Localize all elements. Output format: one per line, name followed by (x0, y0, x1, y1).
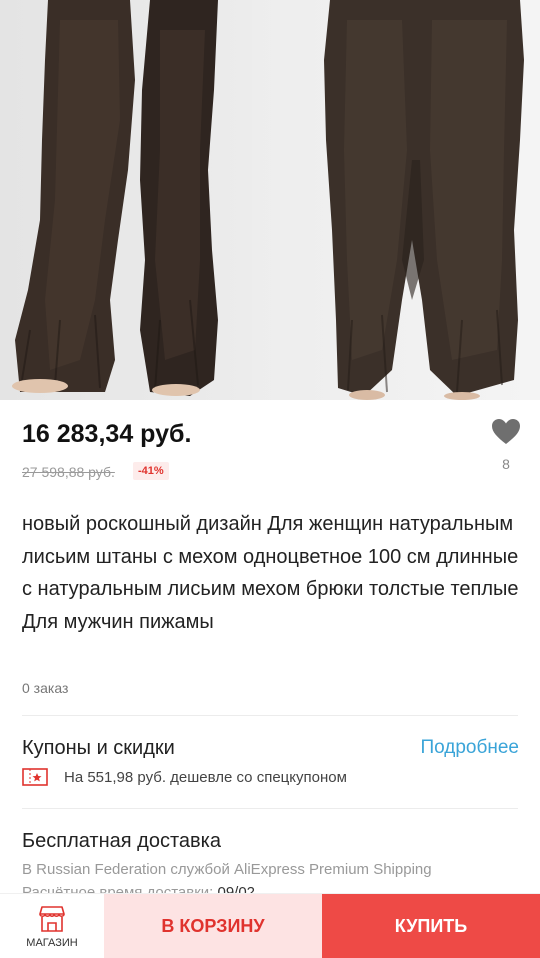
shop-button[interactable]: МАГАЗИН (0, 894, 104, 958)
delivery-title: Бесплатная доставка (22, 830, 221, 852)
coupon-row[interactable]: На 551,98 руб. дешевле со спецкупоном (22, 768, 347, 786)
add-to-cart-button[interactable]: В КОРЗИНУ (104, 894, 322, 958)
coupon-text: На 551,98 руб. дешевле со спецкупоном (64, 768, 347, 786)
old-price: 27 598,88 руб. (22, 464, 115, 480)
delivery-service: В Russian Federation службой AliExpress … (22, 861, 432, 878)
product-photo-left[interactable] (0, 0, 252, 400)
product-page: 16 283,34 руб. 27 598,88 руб. -41% 8 нов… (0, 0, 540, 958)
coupons-more-link[interactable]: Подробнее (420, 737, 519, 759)
product-title: новый роскошный дизайн Для женщин натура… (22, 513, 519, 633)
divider (22, 808, 518, 809)
discount-badge: -41% (133, 462, 169, 480)
fur-pants-image-left (12, 0, 218, 396)
orders-count: 0 заказ (22, 680, 69, 696)
product-image-gallery[interactable] (0, 0, 540, 400)
shop-label: МАГАЗИН (26, 937, 78, 949)
wishlist-button[interactable]: 8 (488, 418, 524, 472)
coupons-title: Купоны и скидки (22, 737, 175, 759)
divider (22, 715, 518, 716)
heart-icon[interactable] (491, 418, 521, 445)
shop-icon (39, 906, 65, 932)
product-photo-right[interactable] (252, 0, 540, 400)
fur-pants-image-right (324, 0, 524, 400)
current-price: 16 283,34 руб. (22, 420, 192, 448)
bottom-action-bar: МАГАЗИН В КОРЗИНУ КУПИТЬ (0, 893, 540, 958)
coupon-icon (22, 768, 48, 786)
wishlist-count: 8 (502, 456, 510, 472)
buy-now-button[interactable]: КУПИТЬ (322, 894, 540, 958)
